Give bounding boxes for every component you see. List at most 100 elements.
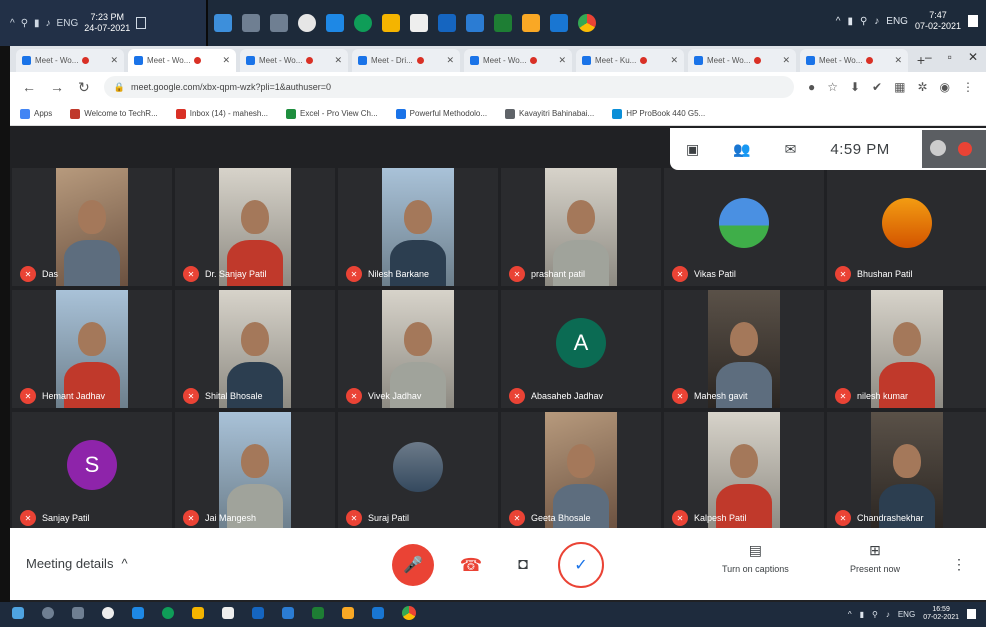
- left-clock[interactable]: 7:23 PM 24-07-2021: [84, 12, 130, 34]
- browser-tab[interactable]: Meet - Wo... ✕: [464, 49, 572, 72]
- language-indicator[interactable]: ENG: [886, 16, 908, 27]
- store-icon[interactable]: [222, 607, 234, 619]
- close-tab-icon[interactable]: ✕: [670, 55, 678, 66]
- star-icon[interactable]: ☆: [827, 80, 838, 94]
- task-view-icon[interactable]: [72, 607, 84, 619]
- excel-icon[interactable]: [494, 14, 512, 32]
- puzzle-icon[interactable]: ✲: [917, 80, 927, 94]
- meeting-details-button[interactable]: Meeting details ^: [26, 556, 128, 571]
- language-indicator[interactable]: ENG: [57, 18, 79, 29]
- close-tab-icon[interactable]: ✕: [558, 55, 566, 66]
- participant-tile[interactable]: ✕ Bhushan Patil: [827, 168, 986, 286]
- captions-button[interactable]: ▤ Turn on captions: [722, 542, 789, 574]
- mic-toggle-button[interactable]: 🎤: [392, 544, 434, 586]
- browser-tab[interactable]: Meet - Wo... ✕: [16, 49, 124, 72]
- chevron-up-icon[interactable]: ^: [836, 16, 841, 27]
- participant-tile[interactable]: ✕ Hemant Jadhav: [12, 290, 172, 408]
- shield-icon[interactable]: [522, 14, 540, 32]
- participant-tile[interactable]: ✕ prashant patil: [501, 168, 661, 286]
- shield-icon[interactable]: [342, 607, 354, 619]
- browser-tab[interactable]: Meet - Wo... ✕: [128, 49, 236, 72]
- present-now-button[interactable]: ⊞ Present now: [850, 542, 900, 574]
- participant-tile[interactable]: ✕ Suraj Patil: [338, 412, 498, 530]
- battery-icon[interactable]: ▮: [860, 610, 864, 619]
- store-icon[interactable]: [410, 14, 428, 32]
- file-explorer-icon[interactable]: [382, 14, 400, 32]
- bottom-clock[interactable]: 16:59 07-02-2021: [923, 606, 959, 622]
- windows-start-icon[interactable]: [12, 607, 24, 619]
- close-tab-icon[interactable]: ✕: [222, 55, 230, 66]
- task-view-icon[interactable]: [270, 14, 288, 32]
- chevron-up-icon[interactable]: ^: [10, 18, 15, 29]
- close-tab-icon[interactable]: ✕: [334, 55, 342, 66]
- more-vert-icon[interactable]: ⋮: [962, 80, 974, 94]
- browser-tab[interactable]: Meet - Wo... ✕: [240, 49, 348, 72]
- participant-tile[interactable]: ✕ Vikas Patil: [664, 168, 824, 286]
- battery-icon[interactable]: ▮: [34, 18, 40, 29]
- grid-icon[interactable]: ▦: [894, 80, 905, 94]
- word-icon[interactable]: [438, 14, 456, 32]
- network-icon[interactable]: ⚲: [860, 16, 867, 27]
- phone-icon[interactable]: [550, 14, 568, 32]
- close-tab-icon[interactable]: ✕: [782, 55, 790, 66]
- mail-icon[interactable]: [326, 14, 344, 32]
- windows-start-icon[interactable]: [214, 14, 232, 32]
- participant-tile[interactable]: ✕ Jai Mangesh: [175, 412, 335, 530]
- info-icon[interactable]: ▣: [686, 141, 699, 158]
- close-tab-icon[interactable]: ✕: [110, 55, 118, 66]
- notification-icon[interactable]: [967, 609, 976, 619]
- network-icon[interactable]: ⚲: [872, 610, 878, 619]
- excel-icon[interactable]: [312, 607, 324, 619]
- participant-tile[interactable]: ✕ Nilesh Barkane: [338, 168, 498, 286]
- volume-icon[interactable]: ♪: [886, 610, 890, 619]
- edge-icon[interactable]: [162, 607, 174, 619]
- bookmark-item[interactable]: Welcome to TechR...: [70, 108, 158, 119]
- close-icon[interactable]: ✕: [968, 50, 978, 64]
- participant-tile[interactable]: ✕ Kalpesh Patil: [664, 412, 824, 530]
- right-clock[interactable]: 7:47 07-02-2021: [915, 10, 961, 32]
- more-options-icon[interactable]: ⋮: [952, 556, 966, 573]
- settings-icon[interactable]: [298, 14, 316, 32]
- word-icon[interactable]: [252, 607, 264, 619]
- profile-icon[interactable]: ◉: [940, 80, 950, 94]
- url-field[interactable]: 🔒 meet.google.com/xbx-qpm-wzk?pli=1&auth…: [103, 76, 794, 98]
- phone-icon[interactable]: [372, 607, 384, 619]
- camera-icon[interactable]: ●: [808, 80, 815, 94]
- browser-tab[interactable]: Meet - Wo... ✕: [688, 49, 796, 72]
- maximize-icon[interactable]: ▫: [948, 50, 952, 64]
- participant-tile[interactable]: ✕ Geeta Bhosale: [501, 412, 661, 530]
- bookmark-item[interactable]: Powerful Methodolo...: [395, 108, 487, 119]
- participant-tile[interactable]: ✕ Das: [12, 168, 172, 286]
- reload-icon[interactable]: ↻: [78, 79, 90, 96]
- outlook-icon[interactable]: [466, 14, 484, 32]
- file-explorer-icon[interactable]: [192, 607, 204, 619]
- search-icon[interactable]: [242, 14, 260, 32]
- forward-icon[interactable]: →: [50, 79, 64, 95]
- browser-tab[interactable]: Meet - Ku... ✕: [576, 49, 684, 72]
- chrome-icon[interactable]: [402, 606, 416, 620]
- participant-tile[interactable]: ✕ Shital Bhosale: [175, 290, 335, 408]
- bookmark-item[interactable]: Apps: [20, 108, 52, 119]
- participant-tile[interactable]: ✕ Mahesh gavit: [664, 290, 824, 408]
- participant-tile[interactable]: ✕ nilesh kumar: [827, 290, 986, 408]
- people-icon[interactable]: 👥: [733, 141, 750, 158]
- participant-tile[interactable]: ✕ Vivek Jadhav: [338, 290, 498, 408]
- bookmark-item[interactable]: HP ProBook 440 G5...: [612, 108, 705, 119]
- chevron-up-icon[interactable]: ^: [848, 610, 852, 619]
- camera-toggle-button[interactable]: ◘: [502, 544, 544, 586]
- close-tab-icon[interactable]: ✕: [894, 55, 902, 66]
- participant-tile[interactable]: A ✕ Abasaheb Jadhav: [501, 290, 661, 408]
- attendance-check-button[interactable]: ✓: [558, 542, 604, 588]
- volume-icon[interactable]: ♪: [874, 16, 879, 27]
- outlook-icon[interactable]: [282, 607, 294, 619]
- close-tab-icon[interactable]: ✕: [446, 55, 454, 66]
- notification-icon[interactable]: [136, 17, 147, 29]
- browser-tab[interactable]: Meet - Dri... ✕: [352, 49, 460, 72]
- bookmark-item[interactable]: Inbox (14) - mahesh...: [175, 108, 268, 119]
- network-icon[interactable]: ⚲: [21, 18, 28, 29]
- volume-icon[interactable]: ♪: [46, 18, 51, 29]
- participant-tile[interactable]: ✕ Dr. Sanjay Patil: [175, 168, 335, 286]
- back-icon[interactable]: ←: [22, 79, 36, 95]
- notification-icon[interactable]: [968, 15, 978, 27]
- self-view-tile[interactable]: [922, 130, 986, 168]
